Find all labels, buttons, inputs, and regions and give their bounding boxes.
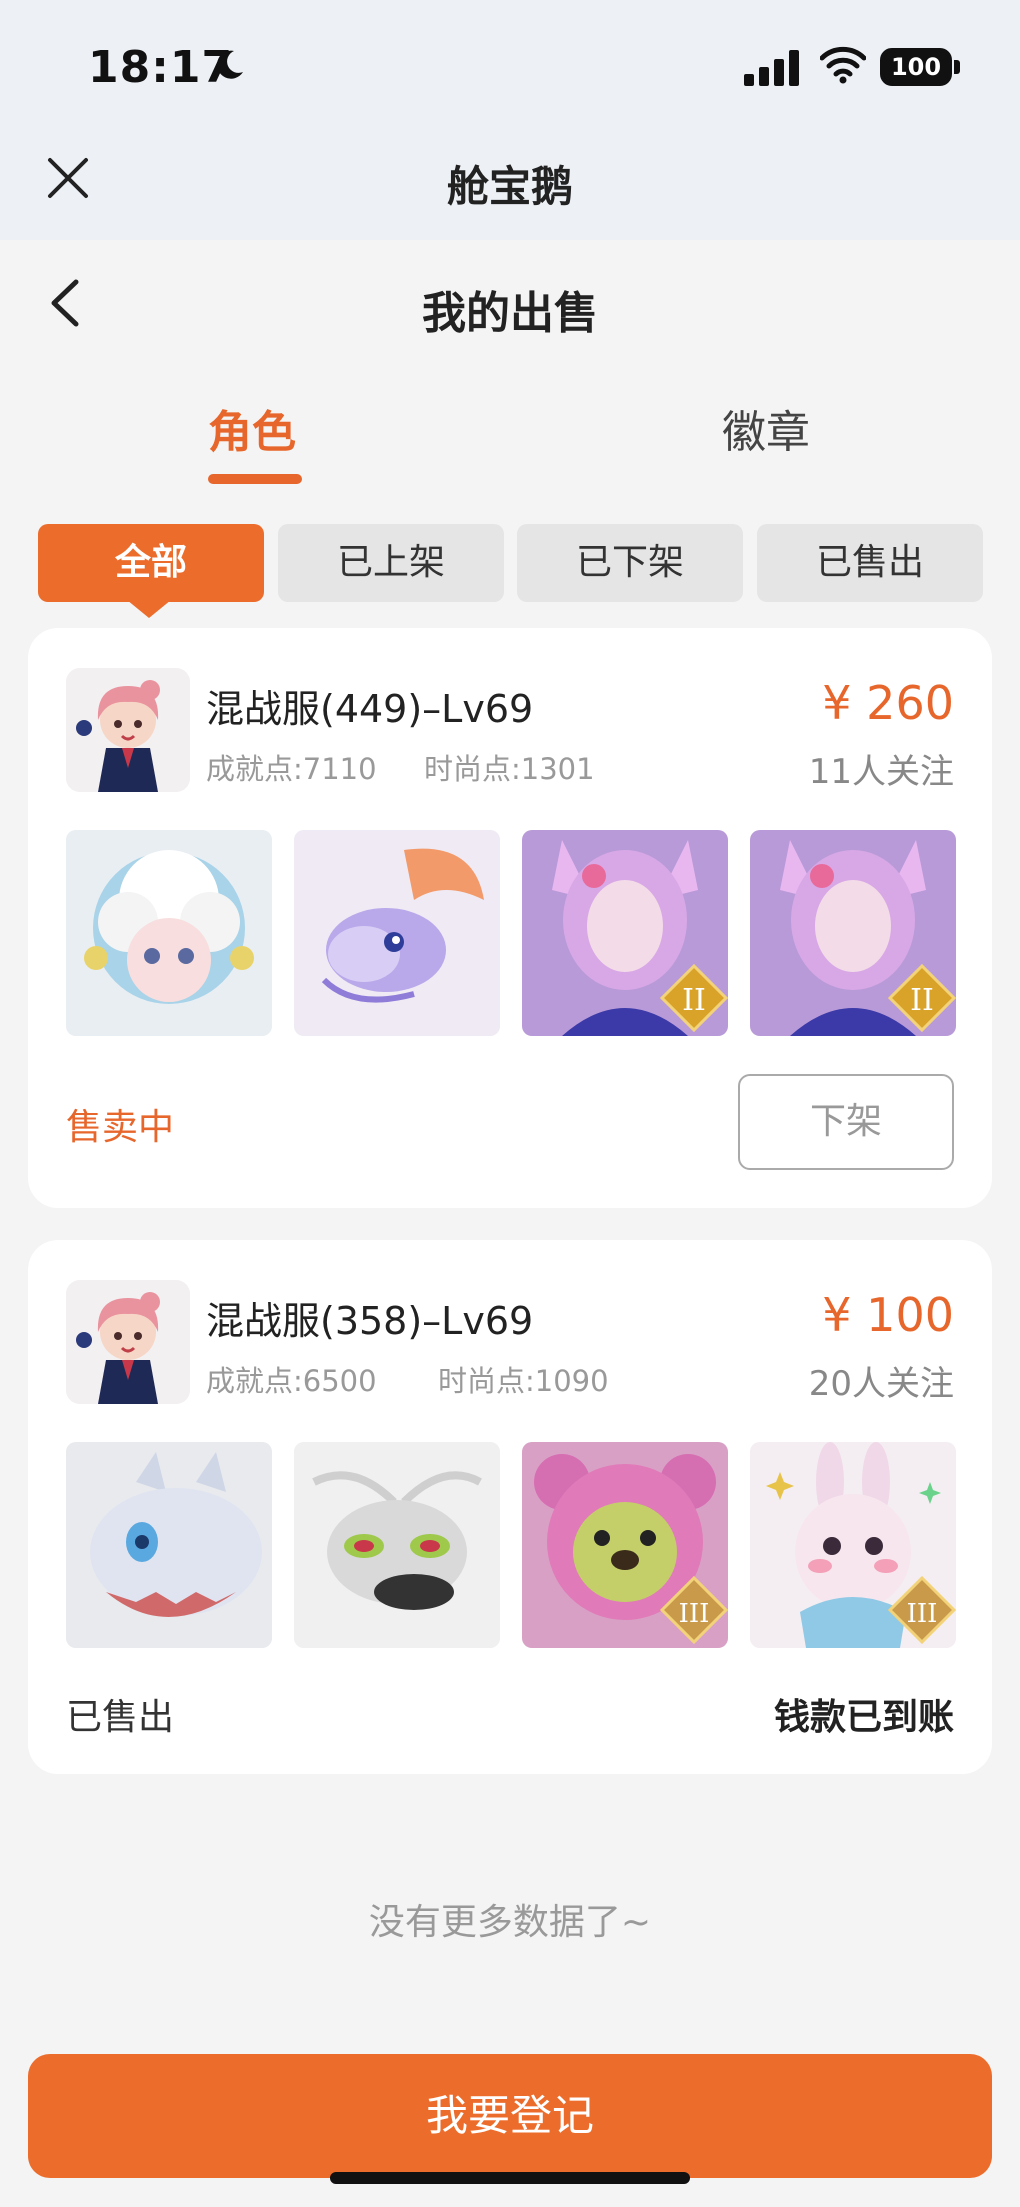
no-more-data-text: 没有更多数据了~: [368, 1902, 652, 1943]
watchers-count: 11人关注: [808, 752, 954, 792]
home-indicator: [330, 2172, 690, 2184]
listing-card[interactable]: 混战服(449)–Lv69 成就点:7110 时尚点:1301 ¥ 260 11…: [28, 628, 992, 1208]
filter-listed[interactable]: 已上架: [278, 524, 504, 602]
listing-card[interactable]: 混战服(358)–Lv69 成就点:6500 时尚点:1090 ¥ 100 20…: [28, 1240, 992, 1774]
wifi-icon: [820, 46, 866, 84]
battery-tip: [954, 60, 960, 74]
app-title: 舱宝鹅: [446, 162, 573, 211]
payment-received-note: 钱款已到账: [773, 1697, 954, 1738]
price: ¥ 260: [822, 676, 954, 730]
achievement-points: 成就点:7110: [206, 752, 377, 786]
tab-active-indicator: [208, 474, 302, 484]
filter-delisted[interactable]: 已下架: [517, 524, 743, 602]
moon-icon: [217, 50, 243, 79]
character-avatar: [66, 1280, 190, 1404]
character-avatar: [66, 668, 190, 792]
price: ¥ 100: [822, 1288, 954, 1342]
watchers-count: 20人关注: [808, 1364, 954, 1404]
svg-text:II: II: [682, 983, 706, 1018]
item-thumbnail: II: [750, 830, 956, 1036]
item-thumbnail: [294, 830, 500, 1036]
filter-active-pointer: [127, 600, 171, 618]
fashion-points: 时尚点:1301: [424, 752, 595, 786]
register-button[interactable]: 我要登记: [28, 2054, 992, 2178]
fashion-points: 时尚点:1090: [438, 1364, 609, 1398]
status-on-sale: 售卖中: [66, 1107, 175, 1148]
filter-all[interactable]: 全部: [38, 524, 264, 602]
battery-icon: 100: [880, 48, 952, 86]
item-thumbnail: [66, 830, 272, 1036]
server-level-label: 混战服(358)–Lv69: [206, 1299, 534, 1343]
tab-role[interactable]: 角色: [208, 396, 296, 460]
filter-sold[interactable]: 已售出: [757, 524, 983, 602]
item-thumbnail: [66, 1442, 272, 1648]
cellular-signal-icon: [744, 50, 799, 86]
item-thumbnail: II: [522, 830, 728, 1036]
tab-badge[interactable]: 徽章: [722, 396, 810, 460]
server-level-label: 混战服(449)–Lv69: [206, 687, 534, 731]
item-thumbnail: III: [522, 1442, 728, 1648]
status-sold: 已售出: [66, 1697, 175, 1738]
svg-text:III: III: [679, 1599, 710, 1629]
svg-text:II: II: [910, 983, 934, 1018]
item-thumbnail: III: [750, 1442, 956, 1648]
svg-text:III: III: [907, 1599, 938, 1629]
delist-button[interactable]: 下架: [738, 1074, 954, 1170]
page-title: 我的出售: [422, 288, 598, 339]
achievement-points: 成就点:6500: [206, 1364, 377, 1398]
item-thumbnail: [294, 1442, 500, 1648]
